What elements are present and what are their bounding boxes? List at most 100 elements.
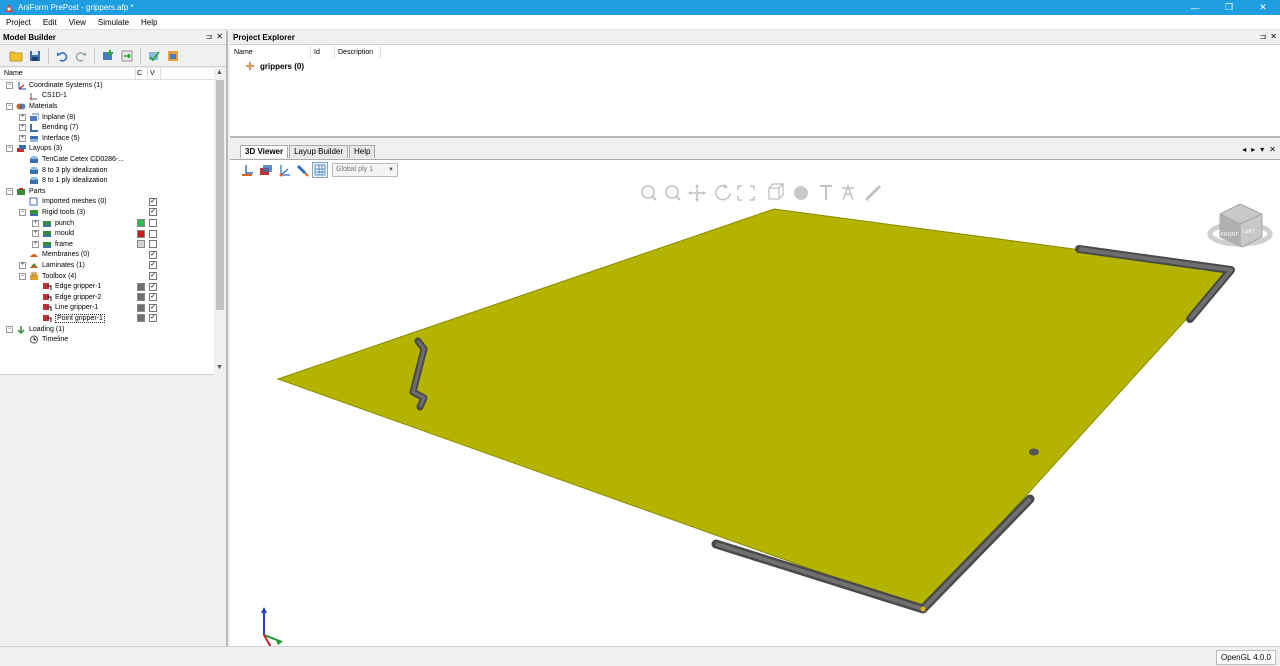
zoom-icon[interactable] (665, 185, 681, 201)
tab-scroll-left-icon[interactable]: ◂ (1242, 145, 1246, 154)
collapse-icon[interactable]: − (19, 208, 26, 216)
project-tree-root[interactable]: grippers (0) (244, 61, 304, 71)
expand-icon[interactable]: + (19, 134, 26, 142)
scroll-down-arrow[interactable]: ▼ (216, 364, 223, 371)
column-id[interactable]: Id (314, 49, 320, 56)
menu-simulate[interactable]: Simulate (92, 18, 135, 27)
tree-item[interactable]: + Bending (7) (0, 122, 214, 133)
axes-tool-icon[interactable] (240, 162, 256, 178)
expand-icon[interactable]: + (19, 124, 26, 132)
visibility-checkbox[interactable]: ✓ (149, 293, 157, 302)
color-swatch[interactable] (137, 240, 145, 249)
expand-icon[interactable]: + (32, 219, 39, 227)
measure-icon[interactable] (864, 184, 882, 202)
3d-scene[interactable]: FRONT LEFT (230, 179, 1280, 646)
close-icon[interactable]: ✕ (1270, 32, 1277, 41)
export-icon[interactable] (165, 48, 181, 64)
tree-item[interactable]: Imported meshes (0) ✓ (0, 197, 214, 208)
visibility-checkbox[interactable]: ✓ (149, 208, 157, 217)
color-swatch[interactable] (137, 219, 145, 228)
tab-layup-builder[interactable]: Layup Builder (289, 145, 349, 158)
point-gripper-1[interactable] (1029, 448, 1039, 456)
tree-item[interactable]: CS1D-1 (0, 91, 214, 102)
collapse-icon[interactable]: − (6, 81, 13, 89)
tab-list-icon[interactable]: ▾ (1260, 145, 1264, 154)
open-folder-icon[interactable] (8, 48, 24, 64)
column-color[interactable]: C (137, 70, 142, 77)
visibility-checkbox[interactable]: ✓ (149, 261, 157, 270)
collapse-icon[interactable]: − (6, 145, 13, 153)
text-icon[interactable] (820, 185, 832, 200)
validate-icon[interactable] (146, 48, 162, 64)
import-icon[interactable] (119, 48, 135, 64)
visibility-checkbox[interactable]: ✓ (149, 314, 157, 323)
tree-item[interactable]: Point gripper-1 ✓ (0, 313, 214, 324)
pin-icon[interactable]: ⊐ (206, 32, 213, 41)
ply-select[interactable]: Global ply 1 ▼ (332, 162, 398, 177)
column-name[interactable]: Name (234, 49, 253, 56)
tree-item[interactable]: − Rigid tools (3) ✓ (0, 207, 214, 218)
tab-3d-viewer[interactable]: 3D Viewer (240, 145, 289, 158)
expand-icon[interactable]: + (19, 261, 26, 269)
visibility-checkbox[interactable] (149, 229, 157, 238)
tree-item[interactable]: Timeline (0, 334, 214, 345)
tree-item[interactable]: − Parts (0, 186, 214, 197)
expand-icon[interactable]: + (32, 230, 39, 238)
tree-item[interactable]: 8 to 1 ply idealization (0, 175, 214, 186)
collapse-icon[interactable]: − (6, 102, 13, 110)
tree-item[interactable]: 8 to 3 ply idealization (0, 165, 214, 176)
tree-item[interactable]: − Toolbox (4) ✓ (0, 271, 214, 282)
annotation-icon[interactable] (842, 183, 854, 201)
brush-tool-icon[interactable] (294, 162, 310, 178)
3d-viewport[interactable]: FRONT LEFT (230, 179, 1280, 646)
menu-help[interactable]: Help (135, 18, 163, 27)
zoom-window-icon[interactable] (641, 185, 657, 201)
expand-icon[interactable]: + (19, 113, 26, 121)
close-icon[interactable]: ✕ (216, 32, 223, 41)
visibility-checkbox[interactable]: ✓ (149, 250, 157, 259)
tree-item[interactable]: Edge gripper-2 ✓ (0, 292, 214, 303)
visibility-checkbox[interactable]: ✓ (149, 272, 157, 281)
maximize-button[interactable]: ❐ (1212, 0, 1246, 15)
close-icon[interactable]: ✕ (1269, 145, 1276, 154)
collapse-icon[interactable]: − (6, 187, 13, 195)
view-tools[interactable] (641, 183, 882, 202)
tree-item[interactable]: − Loading (1) (0, 324, 214, 335)
grid-tool-icon[interactable] (312, 161, 328, 178)
pan-icon[interactable] (688, 184, 706, 202)
visibility-checkbox[interactable]: ✓ (149, 197, 157, 206)
tree-item[interactable]: − Materials (0, 101, 214, 112)
menu-view[interactable]: View (63, 18, 92, 27)
menu-edit[interactable]: Edit (37, 18, 63, 27)
color-swatch[interactable] (137, 229, 145, 238)
color-swatch[interactable] (137, 282, 145, 291)
tree-item[interactable]: + frame (0, 239, 214, 250)
visibility-checkbox[interactable] (149, 240, 157, 249)
cube-view-icon[interactable] (768, 183, 785, 200)
tree-item[interactable]: − Coordinate Systems (1) (0, 80, 214, 91)
sphere-icon[interactable] (794, 186, 808, 200)
rotate-icon[interactable] (715, 184, 731, 201)
tree-item[interactable]: + punch (0, 218, 214, 229)
tree-scrollbar[interactable]: ▲ ▼ (214, 68, 226, 375)
tree-item[interactable]: Edge gripper-1 ✓ (0, 281, 214, 292)
save-icon[interactable] (27, 48, 43, 64)
collapse-icon[interactable]: − (6, 325, 13, 333)
navigation-cube[interactable]: FRONT LEFT (1207, 203, 1273, 248)
tab-help[interactable]: Help (349, 145, 376, 158)
undo-icon[interactable] (54, 48, 70, 64)
scroll-up-arrow[interactable]: ▲ (216, 69, 223, 76)
tree-item[interactable]: TenCate Cetex CD0286-... (0, 154, 214, 165)
layers-tool-icon[interactable] (258, 162, 274, 178)
menu-project[interactable]: Project (0, 18, 37, 27)
tree-item[interactable]: − Layups (3) (0, 144, 214, 155)
expand-icon[interactable]: + (32, 240, 39, 248)
redo-icon[interactable] (73, 48, 89, 64)
tree-item[interactable]: Membranes (0) ✓ (0, 250, 214, 261)
visibility-checkbox[interactable]: ✓ (149, 282, 157, 291)
color-swatch[interactable] (137, 293, 145, 302)
tab-scroll-right-icon[interactable]: ▸ (1251, 145, 1255, 154)
column-visible[interactable]: V (150, 70, 155, 77)
tree-item[interactable]: + mould (0, 228, 214, 239)
tree-item[interactable]: Line gripper-1 ✓ (0, 303, 214, 314)
